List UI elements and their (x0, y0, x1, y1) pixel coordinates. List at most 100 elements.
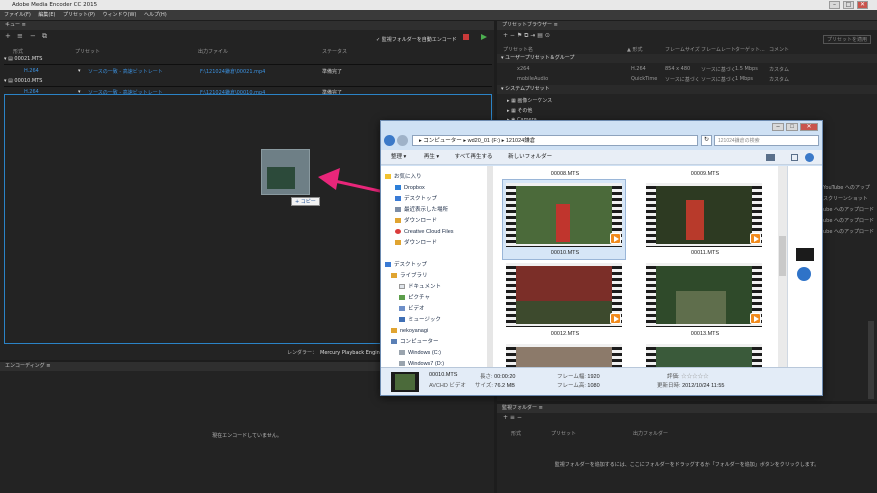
nav-item[interactable]: ライブラリ (391, 271, 428, 282)
col-watch-output[interactable]: 出力フォルダー (633, 430, 668, 437)
menu-window[interactable]: ウィンドウ(W) (103, 12, 137, 18)
nav-item[interactable]: ピクチャ (399, 293, 430, 304)
stop-icon[interactable] (463, 34, 469, 40)
preset-browser-tab[interactable]: プリセットブラウザー ≡ (497, 21, 877, 30)
forward-icon[interactable] (397, 135, 408, 146)
file-name[interactable]: 00008.MTS (505, 171, 625, 177)
col-frame-rate[interactable]: フレームレート (701, 46, 736, 53)
menu-file[interactable]: ファイル(F) (4, 12, 31, 18)
breadcrumb-item[interactable]: 121024鎌倉 (506, 138, 535, 144)
file-grid-scrollbar[interactable] (778, 166, 787, 367)
organize-button[interactable]: 整理 ▾ (391, 154, 406, 160)
video-thumbnail[interactable] (646, 344, 762, 367)
menu-preset[interactable]: プリセット(P) (63, 12, 95, 18)
user-preset-group[interactable]: ▾ ユーザープリセット＆グループ (497, 54, 877, 63)
file-name[interactable]: 00010.MTS (505, 250, 625, 256)
preview-play-icon[interactable] (797, 267, 811, 281)
file-name[interactable]: 00011.MTS (645, 250, 765, 256)
format-link[interactable]: H.264 (24, 68, 39, 74)
explorer-close-button[interactable]: ✕ (800, 123, 818, 131)
nav-item[interactable]: ダウンロード (395, 216, 437, 227)
address-bar[interactable]: ▸ コンピューター ▸ wd20_01 (F:) ▸ 121024鎌倉 (412, 135, 698, 146)
back-icon[interactable] (384, 135, 395, 146)
watch-folders-tab[interactable]: 監視フォルダー ≡ (497, 404, 877, 413)
nav-item[interactable]: Dropbox (395, 183, 425, 194)
col-comment[interactable]: コメント (769, 46, 789, 53)
col-watch-preset[interactable]: プリセット (551, 430, 576, 437)
nav-item[interactable]: お気に入り (385, 172, 422, 183)
video-thumbnail[interactable] (506, 263, 622, 327)
preset-scrollbar[interactable] (868, 321, 874, 399)
queue-tab[interactable]: キュー ≡ (0, 21, 494, 30)
auto-encode-checkbox[interactable]: ✓ 監視フォルダーを自動エンコード (376, 36, 457, 43)
nav-item[interactable]: コンピューター (391, 337, 439, 348)
minimize-button[interactable]: – (829, 1, 840, 9)
nav-item[interactable]: nekoyanagi (391, 326, 428, 337)
help-icon[interactable] (805, 153, 814, 162)
menu-help[interactable]: ヘルプ(H) (144, 12, 167, 18)
search-input[interactable]: 121024鎌倉の検索 (714, 135, 819, 146)
nav-item[interactable]: ビデオ (399, 304, 425, 315)
nav-item[interactable]: デスクトップ (385, 260, 427, 271)
preset-toolbar[interactable]: + − ⚑ ⧉ ⇥ ▤ ⊙ (503, 32, 550, 40)
breadcrumb-item[interactable]: wd20_01 (F:) (468, 138, 500, 144)
view-icon[interactable] (766, 154, 775, 161)
rating-stars[interactable]: ☆☆☆☆☆ (681, 374, 709, 380)
col-watch-format[interactable]: 形式 (511, 430, 521, 437)
add-source-icon[interactable]: + (5, 32, 11, 40)
watch-toolbar[interactable]: + ≡ − (503, 414, 522, 421)
system-preset-group[interactable]: ▾ システムプリセット (497, 85, 877, 94)
refresh-icon[interactable]: ↻ (701, 135, 712, 146)
remove-icon[interactable]: − (30, 32, 36, 40)
video-thumbnail[interactable] (646, 183, 762, 247)
system-preset-item[interactable]: ▸ ▦ その他 (507, 107, 532, 114)
file-name[interactable]: 00012.MTS (505, 331, 625, 337)
close-button[interactable]: ✕ (857, 1, 868, 9)
nav-item[interactable]: デスクトップ (395, 194, 437, 205)
apply-preset-button[interactable]: プリセットを適用 (823, 35, 872, 44)
col-output[interactable]: 出力ファイル (198, 48, 228, 55)
file-name[interactable]: 00009.MTS (645, 171, 765, 177)
preview-pane-icon[interactable] (791, 154, 798, 161)
col-status[interactable]: ステータス (322, 48, 347, 55)
explorer-min-button[interactable]: – (772, 123, 784, 131)
settings-icon[interactable]: ≡ (17, 32, 23, 40)
preset-row-name[interactable]: mobileAudio (517, 76, 548, 82)
menu-edit[interactable]: 編集(E) (38, 12, 55, 18)
nav-item[interactable]: Windows7 (D:) (399, 359, 444, 367)
nav-item[interactable]: 最近表示した場所 (395, 205, 448, 216)
preset-link[interactable]: ソースの一致 - 高速ビットレート (88, 68, 163, 75)
nav-scrollbar[interactable] (487, 166, 493, 367)
col-target[interactable]: ターゲット... (735, 46, 765, 53)
start-queue-icon[interactable] (481, 34, 487, 40)
explorer-max-button[interactable]: □ (786, 123, 798, 131)
breadcrumb-item[interactable]: コンピューター (423, 138, 462, 144)
nav-item[interactable]: ドキュメント (399, 282, 441, 293)
nav-item[interactable]: Creative Cloud Files (395, 227, 454, 238)
scrollbar-thumb[interactable] (779, 236, 786, 276)
preset-row-comment: カスタム (769, 67, 790, 73)
queue-item-2[interactable]: ▾ ▤ 00010.MTS (4, 78, 42, 84)
play-all-button[interactable]: すべて再生する (455, 154, 493, 160)
new-folder-button[interactable]: 新しいフォルダー (508, 154, 552, 160)
output-link[interactable]: F:\121024鎌倉\00021.mp4 (200, 68, 265, 75)
video-thumbnail[interactable] (506, 344, 622, 367)
system-preset-item[interactable]: ▸ ▦ 画像シーケンス (507, 97, 552, 104)
col-preset-name[interactable]: プリセット名 (503, 46, 533, 53)
music-icon (399, 317, 405, 323)
col-preset-format[interactable]: ▲ 形式 (627, 46, 642, 53)
duplicate-icon[interactable]: ⧉ (42, 32, 47, 41)
maximize-button[interactable]: □ (843, 1, 854, 9)
col-frame-size[interactable]: フレームサイズ (665, 46, 700, 53)
preset-row-name[interactable]: x264 (517, 66, 530, 72)
nav-item[interactable]: ミュージック (399, 315, 441, 326)
play-button[interactable]: 再生 ▾ (424, 154, 439, 160)
file-name[interactable]: 00013.MTS (645, 331, 765, 337)
nav-item[interactable]: Windows (C:) (399, 348, 441, 359)
video-thumbnail[interactable] (646, 263, 762, 327)
queue-item-1[interactable]: ▾ ▤ 00021.MTS (4, 56, 42, 62)
nav-item[interactable]: ダウンロード (395, 238, 437, 249)
col-format[interactable]: 形式 (13, 48, 23, 55)
col-preset[interactable]: プリセット (75, 48, 100, 55)
video-thumbnail[interactable] (506, 183, 622, 247)
